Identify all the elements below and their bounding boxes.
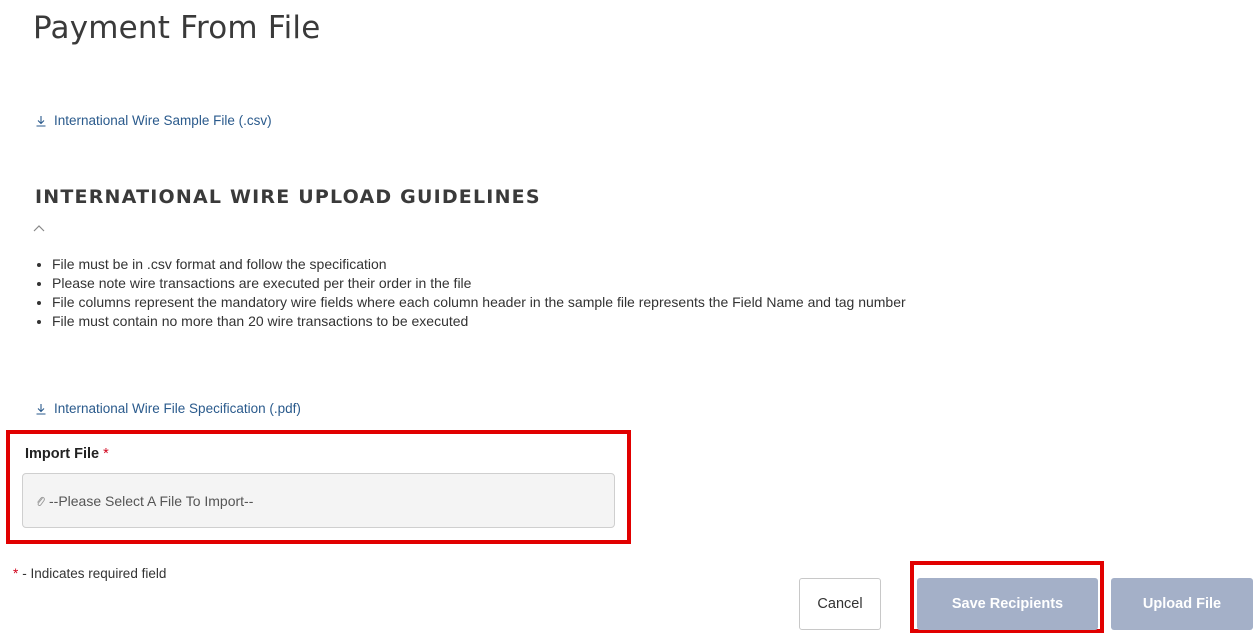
- required-field-note: * - Indicates required field: [13, 566, 166, 581]
- required-asterisk: *: [13, 566, 19, 581]
- import-file-label: Import File *: [25, 446, 109, 462]
- required-field-note-text: - Indicates required field: [22, 566, 167, 581]
- sample-file-link[interactable]: International Wire Sample File (.csv): [35, 113, 272, 128]
- guidelines-list: File must be in .csv format and follow t…: [34, 255, 906, 331]
- guideline-item: File must contain no more than 20 wire t…: [52, 312, 906, 331]
- guideline-item: Please note wire transactions are execut…: [52, 274, 906, 293]
- import-file-input[interactable]: --Please Select A File To Import--: [22, 473, 615, 528]
- cancel-button[interactable]: Cancel: [799, 578, 881, 630]
- import-file-placeholder: --Please Select A File To Import--: [49, 492, 254, 509]
- save-recipients-button[interactable]: Save Recipients: [917, 578, 1098, 630]
- guideline-item: File must be in .csv format and follow t…: [52, 255, 906, 274]
- download-icon: [36, 403, 46, 415]
- page-title: Payment From File: [33, 10, 321, 46]
- specification-link-label: International Wire File Specification (.…: [54, 401, 301, 416]
- specification-link[interactable]: International Wire File Specification (.…: [35, 401, 301, 416]
- required-asterisk: *: [103, 446, 109, 462]
- download-icon: [36, 115, 46, 127]
- import-file-label-text: Import File: [25, 446, 100, 462]
- upload-file-button[interactable]: Upload File: [1111, 578, 1253, 630]
- paperclip-icon: [37, 496, 45, 506]
- chevron-up-icon[interactable]: [32, 222, 46, 234]
- guideline-item: File columns represent the mandatory wir…: [52, 293, 906, 312]
- sample-file-link-label: International Wire Sample File (.csv): [54, 113, 272, 128]
- guidelines-title: INTERNATIONAL WIRE UPLOAD GUIDELINES: [35, 186, 541, 208]
